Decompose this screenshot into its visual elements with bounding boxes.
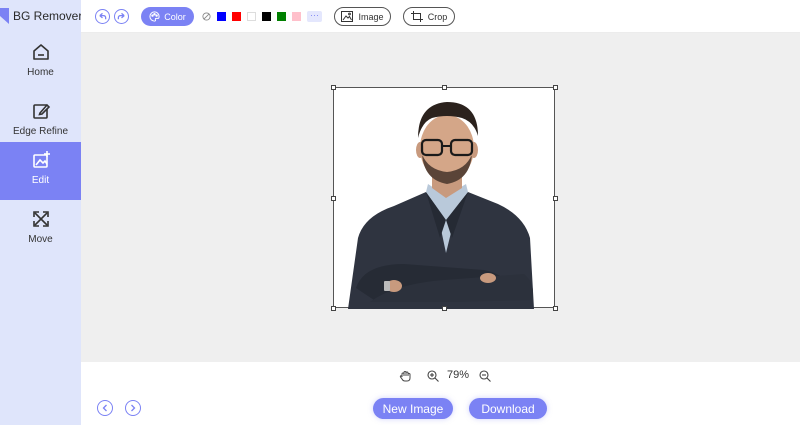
chevron-right-icon bbox=[131, 404, 136, 412]
canvas-area bbox=[81, 33, 800, 362]
sidebar-item-label: Home bbox=[27, 67, 54, 78]
resize-handle-top[interactable] bbox=[442, 85, 447, 90]
zoom-out-icon[interactable] bbox=[479, 370, 491, 382]
undo-button[interactable] bbox=[95, 9, 110, 24]
color-button[interactable]: Color bbox=[141, 7, 194, 26]
resize-handle-bottom[interactable] bbox=[442, 306, 447, 311]
swatch-pink[interactable] bbox=[292, 12, 301, 21]
resize-handle-right[interactable] bbox=[553, 196, 558, 201]
crop-button-label: Crop bbox=[427, 11, 448, 22]
crop-icon bbox=[410, 11, 423, 22]
sidebar-item-label: Edit bbox=[31, 175, 50, 186]
background-image-button[interactable]: Image bbox=[334, 7, 391, 26]
image-button-label: Image bbox=[358, 11, 384, 22]
home-icon bbox=[32, 44, 49, 60]
color-button-label: Color bbox=[164, 11, 186, 22]
hand-pan-icon[interactable] bbox=[399, 370, 411, 382]
crop-button[interactable]: Crop bbox=[403, 7, 455, 26]
new-image-button[interactable]: New Image bbox=[373, 398, 453, 419]
image-icon bbox=[341, 11, 354, 22]
swatch-none[interactable] bbox=[202, 12, 211, 21]
previous-button[interactable] bbox=[97, 400, 113, 416]
more-colors-button[interactable]: ··· bbox=[307, 11, 322, 22]
undo-icon bbox=[99, 12, 107, 20]
zoom-bar: 79% bbox=[81, 362, 800, 388]
next-button[interactable] bbox=[125, 400, 141, 416]
palette-icon bbox=[149, 11, 160, 22]
download-button[interactable]: Download bbox=[469, 398, 547, 419]
zoom-in-icon[interactable] bbox=[427, 370, 439, 382]
top-toolbar: Color ··· Image Crop bbox=[81, 0, 800, 33]
resize-handle-bottom-left[interactable] bbox=[331, 306, 336, 311]
app-title: BG Remover bbox=[13, 9, 83, 23]
swatch-white[interactable] bbox=[247, 12, 256, 21]
image-preview[interactable] bbox=[331, 85, 558, 311]
no-color-icon bbox=[202, 12, 211, 21]
sidebar-item-label: Edge Refine bbox=[12, 126, 69, 137]
redo-icon bbox=[117, 12, 125, 20]
portrait-photo bbox=[348, 102, 534, 309]
zoom-level: 79% bbox=[447, 369, 470, 381]
swatch-black[interactable] bbox=[262, 12, 271, 21]
chevron-left-icon bbox=[102, 404, 107, 412]
resize-handle-left[interactable] bbox=[331, 196, 336, 201]
sidebar: BG Remover Home Edge Refine Edit Move bbox=[0, 0, 82, 425]
app-brand: BG Remover bbox=[0, 6, 82, 26]
resize-handle-top-right[interactable] bbox=[553, 85, 558, 90]
resize-handle-bottom-right[interactable] bbox=[553, 306, 558, 311]
resize-handle-top-left[interactable] bbox=[331, 85, 336, 90]
sidebar-item-label: Move bbox=[28, 234, 53, 245]
edit-pencil-icon bbox=[32, 103, 50, 119]
sidebar-item-edit[interactable]: Edit bbox=[0, 142, 81, 200]
swatch-red[interactable] bbox=[232, 12, 241, 21]
swatch-blue[interactable] bbox=[217, 12, 226, 21]
image-edit-icon bbox=[32, 151, 50, 168]
move-arrows-icon bbox=[32, 211, 49, 227]
sidebar-item-move[interactable]: Move bbox=[0, 201, 81, 259]
redo-button[interactable] bbox=[114, 9, 129, 24]
swatch-green[interactable] bbox=[277, 12, 286, 21]
bottom-bar: New Image Download bbox=[81, 388, 800, 425]
app-logo-icon bbox=[0, 8, 9, 24]
sidebar-item-home[interactable]: Home bbox=[0, 34, 81, 92]
